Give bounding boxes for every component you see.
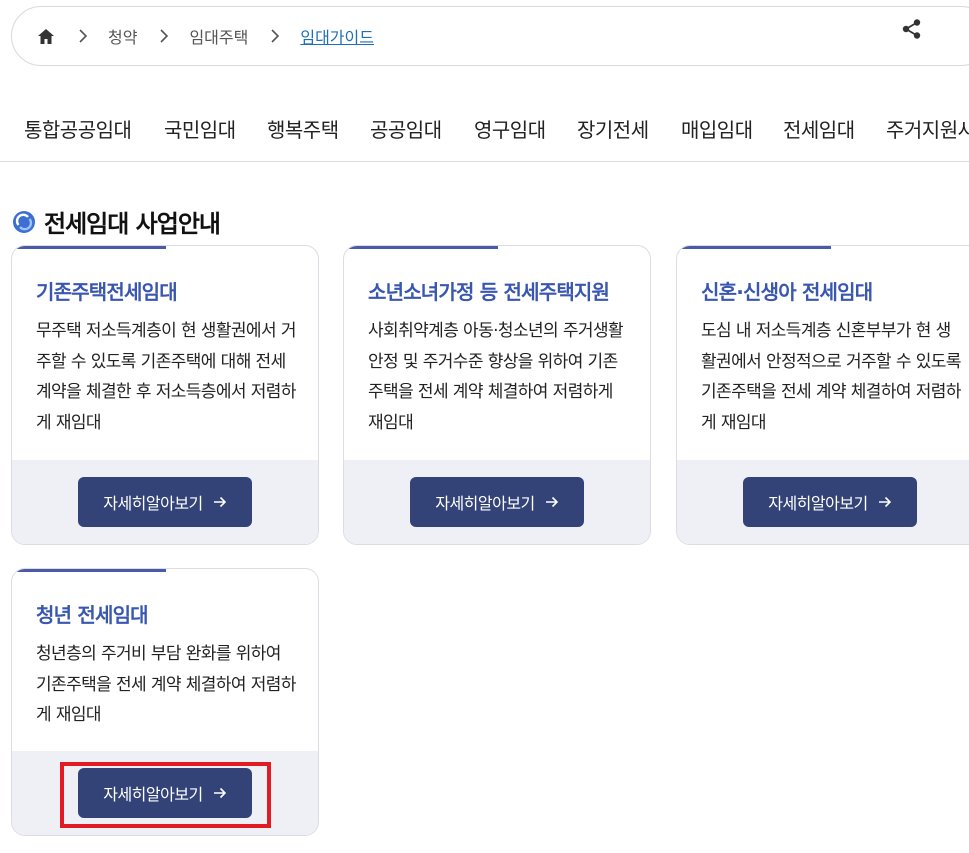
card-description: 무주택 저소득계층이 현 생활권에서 거주할 수 있도록 기존주택에 대해 전세…	[36, 321, 296, 433]
arrow-right-icon	[545, 496, 559, 508]
card-accent-line	[344, 246, 498, 249]
card-title: 기존주택전세임대	[36, 280, 178, 304]
card-accent-line	[12, 569, 166, 572]
card-footer: 자세히알아보기	[344, 460, 650, 544]
card-description: 청년층의 주거비 부담 완화를 위하여 기존주택을 전세 계약 체결하여 저렴하…	[36, 644, 296, 725]
card-title: 청년 전세임대	[36, 603, 149, 627]
refresh-circle-icon	[12, 210, 36, 234]
card-accent-line	[677, 246, 831, 249]
highlight-box	[60, 762, 271, 828]
card-title: 소년소녀가정 등 전세주택지원	[368, 280, 610, 304]
tab-housing-support[interactable]: 주거지원사	[886, 114, 969, 143]
card-accent-line	[12, 246, 166, 249]
chevron-right-icon	[68, 29, 98, 43]
card-newlywed-jeonse: 신혼·신생아 전세임대 도심 내 저소득계층 신혼부부가 현 생활권에서 안정적…	[676, 245, 969, 545]
tab-national-rental[interactable]: 국민임대	[164, 114, 236, 143]
tab-public-rental[interactable]: 공공임대	[370, 114, 442, 143]
tab-jeonse-rental[interactable]: 전세임대	[783, 114, 855, 161]
learn-more-button[interactable]: 자세히알아보기	[743, 477, 917, 527]
tab-integrated-public-rental[interactable]: 통합공공임대	[24, 114, 132, 143]
learn-more-button[interactable]: 자세히알아보기	[78, 477, 252, 527]
chevron-right-icon	[260, 29, 290, 43]
card-footer: 자세히알아보기	[677, 460, 969, 544]
section-heading: 전세임대 사업안내	[12, 204, 221, 239]
breadcrumb-item-rental-guide[interactable]: 임대가이드	[300, 24, 374, 48]
breadcrumb-item-subscription[interactable]: 청약	[108, 24, 137, 48]
tab-long-term-jeonse[interactable]: 장기전세	[577, 114, 649, 143]
tab-happy-housing[interactable]: 행복주택	[267, 114, 339, 143]
learn-more-button[interactable]: 자세히알아보기	[410, 477, 584, 527]
card-title: 신혼·신생아 전세임대	[701, 280, 873, 304]
share-icon[interactable]	[901, 18, 925, 42]
chevron-right-icon	[149, 29, 179, 43]
tab-bar: 통합공공임대 국민임대 행복주택 공공임대 영구임대 장기전세 매입임대 전세임…	[0, 96, 969, 162]
card-existing-housing-jeonse: 기존주택전세임대 무주택 저소득계층이 현 생활권에서 거주할 수 있도록 기존…	[11, 245, 319, 545]
card-description: 사회취약계층 아동·청소년의 주거생활 안정 및 주거수준 향상을 위하여 기존…	[368, 321, 624, 433]
breadcrumb: 청약 임대주택 임대가이드	[11, 6, 969, 66]
home-icon[interactable]	[36, 26, 56, 46]
learn-more-label: 자세히알아보기	[435, 494, 535, 513]
section-title: 전세임대 사업안내	[44, 210, 221, 238]
card-footer: 자세히알아보기	[12, 460, 318, 544]
tab-permanent-rental[interactable]: 영구임대	[474, 114, 546, 143]
card-description: 도심 내 저소득계층 신혼부부가 현 생활권에서 안정적으로 거주할 수 있도록…	[701, 321, 961, 433]
arrow-right-icon	[878, 496, 892, 508]
breadcrumb-item-rental-housing[interactable]: 임대주택	[189, 24, 248, 48]
arrow-right-icon	[213, 496, 227, 508]
learn-more-label: 자세히알아보기	[103, 494, 203, 513]
card-youth-household-jeonse: 소년소녀가정 등 전세주택지원 사회취약계층 아동·청소년의 주거생활 안정 및…	[343, 245, 651, 545]
tab-purchase-rental[interactable]: 매입임대	[681, 114, 753, 143]
learn-more-label: 자세히알아보기	[768, 494, 868, 513]
